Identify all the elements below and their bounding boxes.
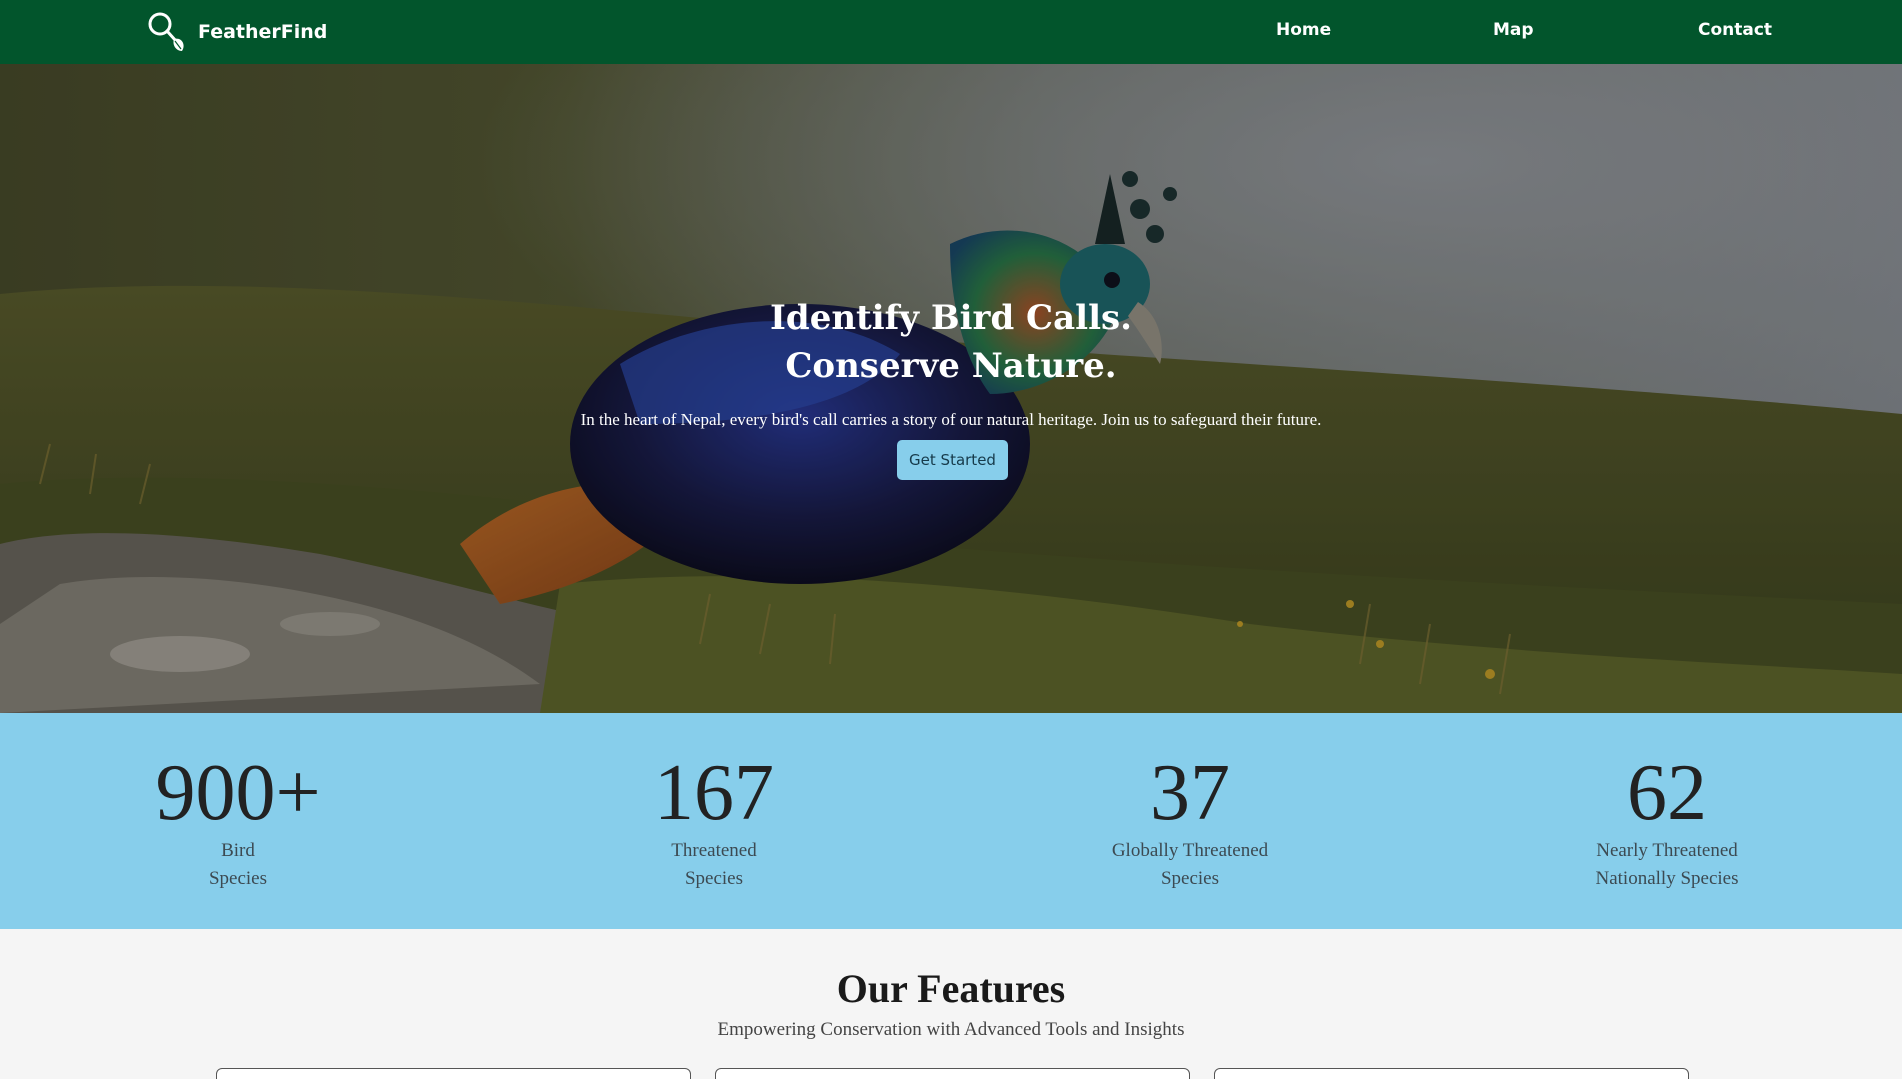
stats-section: 900+ Bird Species 167 Threatened Species… [0, 713, 1902, 929]
hero-title-line2: Conserve Nature. [785, 346, 1117, 386]
hero-title-line1: Identify Bird Calls. [770, 298, 1132, 338]
top-navbar: FeatherFind Home Map Contact [0, 0, 1902, 64]
stat-label-line2: Nationally Species [1595, 868, 1739, 889]
feature-card[interactable] [216, 1068, 691, 1079]
features-section: Our Features Empowering Conservation wit… [0, 929, 1902, 1079]
feature-card[interactable] [715, 1068, 1190, 1079]
stat-label-line2: Species [208, 868, 268, 889]
stat-value: 37 [1150, 749, 1230, 837]
stat-nearly-threatened: 62 Nearly Threatened Nationally Species [1517, 753, 1817, 893]
stat-label-line1: Threatened [671, 840, 757, 861]
stat-globally-threatened: 37 Globally Threatened Species [1040, 753, 1340, 893]
stat-label-line1: Nearly Threatened [1596, 840, 1738, 861]
brand-logo-link[interactable]: FeatherFind [146, 8, 327, 56]
stat-label-line1: Globally Threatened [1111, 840, 1269, 861]
stat-value: 900+ [155, 749, 321, 837]
stat-value: 62 [1627, 749, 1707, 837]
magnifier-leaf-icon [146, 9, 188, 55]
stat-label-line1: Bird [221, 840, 255, 861]
nav-link-contact[interactable]: Contact [1698, 20, 1772, 40]
stat-threatened-species: 167 Threatened Species [564, 753, 864, 893]
feature-card[interactable] [1214, 1068, 1689, 1079]
stat-label-line2: Species [684, 868, 744, 889]
stat-value: 167 [654, 749, 774, 837]
hero-subtitle: In the heart of Nepal, every bird's call… [580, 410, 1322, 429]
nav-link-map[interactable]: Map [1493, 20, 1534, 40]
stat-bird-species: 900+ Bird Species [88, 753, 388, 893]
hero-title: Identify Bird Calls. Conserve Nature. [0, 294, 1902, 390]
nav-link-home[interactable]: Home [1276, 20, 1331, 40]
features-subtitle: Empowering Conservation with Advanced To… [717, 1019, 1185, 1040]
stat-label-line2: Species [1160, 868, 1220, 889]
get-started-button[interactable]: Get Started [897, 440, 1008, 480]
features-title: Our Features [836, 966, 1066, 1011]
hero-section: Identify Bird Calls. Conserve Nature. In… [0, 64, 1902, 713]
brand-name: FeatherFind [198, 21, 328, 43]
